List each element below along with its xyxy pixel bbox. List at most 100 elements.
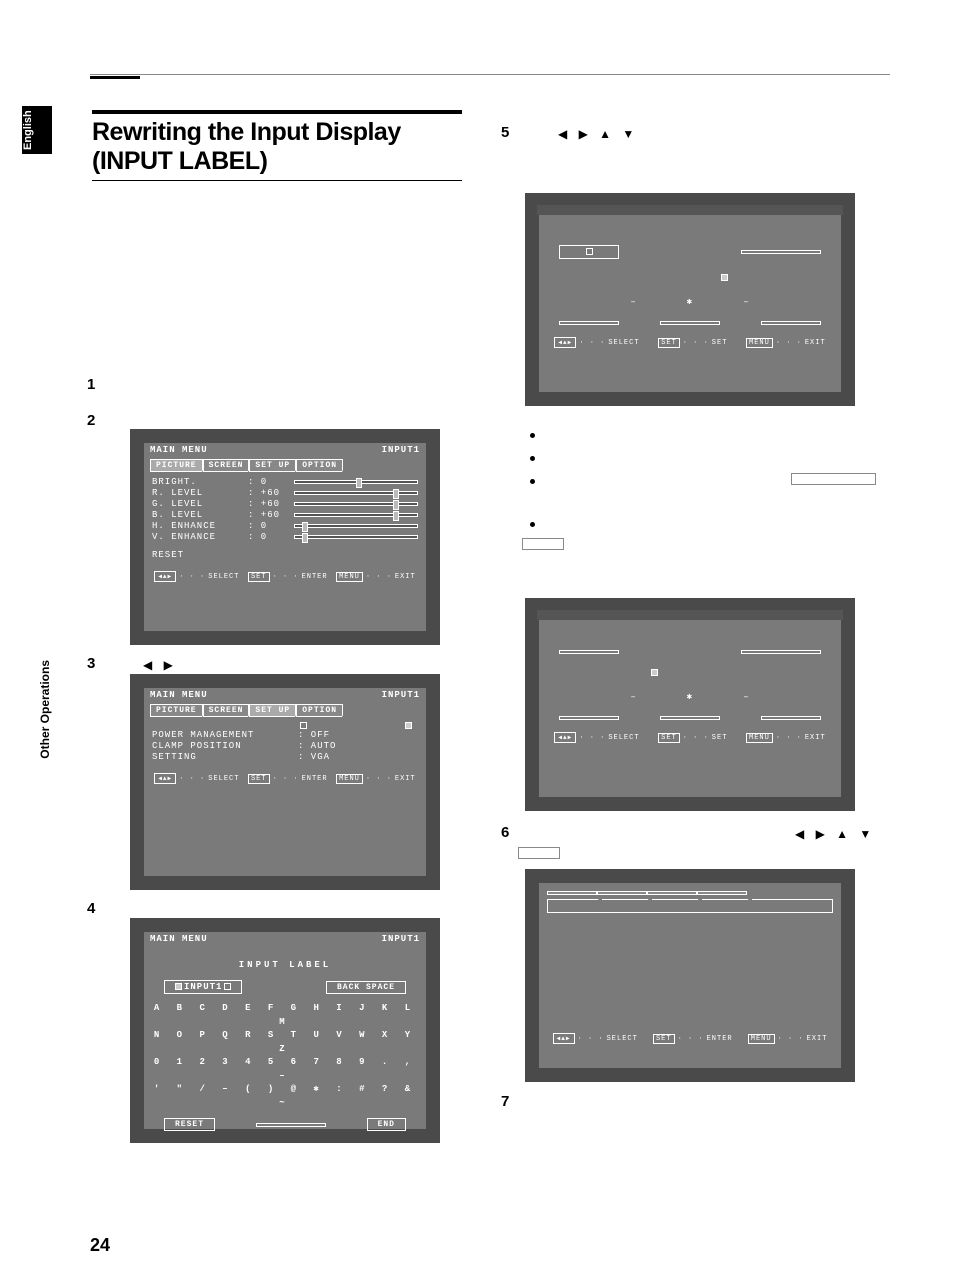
foot-set: SET [307, 1145, 323, 1153]
osd-title: MAIN MENU [150, 934, 208, 944]
reset-label: RESET [152, 550, 242, 560]
picture-row: V. ENHANCE : 0 [152, 532, 418, 542]
row-label: CLAMP POSITION [152, 741, 292, 751]
slider[interactable] [294, 535, 418, 539]
osd-tabs: PICTURE SCREEN SET UP OPTION [144, 459, 426, 472]
menu-key-icon: MENU [746, 338, 773, 348]
menu-key-icon: MENU [334, 1144, 361, 1154]
highlight-box-icon [651, 669, 658, 676]
row-val: : AUTO [298, 741, 336, 751]
tab-setup[interactable]: SET UP [249, 704, 296, 717]
selected-char-box [660, 716, 720, 720]
end-button[interactable] [761, 716, 821, 720]
osd-footer: ◀▲▶· · ·SELECT SET· · ·ENTER MENU· · ·EX… [539, 1029, 841, 1048]
reset-button[interactable] [559, 321, 619, 325]
row-label: SETTING [152, 752, 292, 762]
dpad-icon: ◀▲▶ [154, 773, 176, 784]
char-row: 0 1 2 3 4 5 6 7 8 9 . , – [152, 1056, 418, 1083]
cursor-icon [175, 983, 182, 990]
step-5: 5 [501, 124, 509, 141]
menu-key-icon: MENU [748, 1034, 775, 1044]
row-label: B. LEVEL [152, 510, 242, 520]
blank-tab [547, 891, 597, 895]
slider[interactable] [294, 491, 418, 495]
reset-button[interactable]: RESET [164, 1118, 215, 1131]
setup-row: SETTING : VGA [152, 752, 418, 762]
input-label-heading: INPUT LABEL [152, 960, 418, 970]
set-key-icon: SET [248, 774, 270, 784]
tab-option[interactable]: OPTION [296, 704, 343, 717]
slider[interactable] [294, 524, 418, 528]
row-label: H. ENHANCE [152, 521, 242, 531]
osd-footer: ◀▲▶· · ·SELECT SET· · ·ENTER MENU· · ·EX… [144, 769, 426, 788]
end-button[interactable]: END [367, 1118, 406, 1131]
bullet-item [530, 447, 876, 470]
foot-enter: ENTER [707, 1035, 733, 1043]
bullet-icon [530, 522, 535, 527]
end-button[interactable] [761, 321, 821, 325]
picture-row: BRIGHT.: 0 [152, 477, 418, 487]
foot-exit: EXIT [805, 734, 826, 742]
slider[interactable] [294, 513, 418, 517]
section-tab-other-operations: Other Operations [38, 660, 52, 759]
backspace-button[interactable]: BACK SPACE [326, 981, 406, 994]
picture-row: R. LEVEL: +60 [152, 488, 418, 498]
slider[interactable] [294, 480, 418, 484]
backspace-button[interactable] [741, 650, 821, 654]
blank-tab [597, 891, 647, 895]
setup-row: POWER MANAGEMENT: OFF [152, 730, 418, 740]
character-grid[interactable]: A B C D E F G H I J K L M N O P Q R S T … [152, 1002, 418, 1110]
star-mark: ✱ [687, 692, 693, 702]
blank-tab [647, 891, 697, 895]
char-row: N O P Q R S T U V W X Y Z [152, 1029, 418, 1056]
osd-step6: ◀▲▶· · ·SELECT SET· · ·ENTER MENU· · ·EX… [525, 869, 855, 1082]
foot-exit: EXIT [807, 1035, 828, 1043]
picture-row: G. LEVEL: +60 [152, 499, 418, 509]
tab-option[interactable]: OPTION [296, 459, 343, 472]
osd-title: MAIN MENU [150, 690, 208, 700]
foot-enter: ENTER [302, 573, 328, 581]
tab-picture[interactable]: PICTURE [150, 704, 203, 717]
osd-input-label: MAIN MENU INPUT1 INPUT LABEL INPUT1 BACK… [130, 918, 440, 1143]
reset-row[interactable]: RESET [152, 550, 418, 560]
dpad-icon: ◀▲▶ [553, 1033, 575, 1044]
menu-key-icon: MENU [746, 733, 773, 743]
page-number: 24 [90, 1235, 110, 1256]
slider[interactable] [294, 502, 418, 506]
tab-setup[interactable]: SET UP [249, 459, 296, 472]
foot-select: SELECT [608, 339, 639, 347]
osd-input-indicator: INPUT1 [382, 445, 420, 455]
label-entry-field[interactable] [559, 650, 619, 654]
selected-char-box [660, 321, 720, 325]
blank-field-row [547, 899, 833, 913]
label-entry-field[interactable] [559, 245, 619, 259]
top-rule [90, 74, 890, 75]
row-val: : VGA [298, 752, 330, 762]
selected-char-box [256, 1123, 326, 1127]
osd-footer: ◀▲▶· · ·SELECT SET· · ·ENTER MENU· · ·EX… [144, 567, 426, 586]
row-val: : 0 [248, 532, 288, 542]
row-label: V. ENHANCE [152, 532, 242, 542]
dash-mark: – [630, 297, 636, 307]
tab-picture[interactable]: PICTURE [150, 459, 203, 472]
backspace-button[interactable] [741, 250, 821, 254]
foot-set: SET [712, 339, 728, 347]
label-entry-field[interactable]: INPUT1 [164, 980, 242, 994]
osd-footer: ◀▲▶· · ·SELECT SET· · ·SET MENU· · ·EXIT [144, 1139, 426, 1158]
row-val: : +60 [248, 488, 288, 498]
foot-enter: ENTER [302, 775, 328, 783]
arrows-all-icon-1: ◀ ▶ ▲ ▼ [558, 127, 638, 141]
tab-screen[interactable]: SCREEN [203, 704, 250, 717]
char-row: A B C D E F G H I J K L M [152, 1002, 418, 1029]
picture-row: B. LEVEL: +60 [152, 510, 418, 520]
tab-screen[interactable]: SCREEN [203, 459, 250, 472]
dpad-icon: ◀▲▶ [154, 571, 176, 582]
step-7: 7 [501, 1093, 509, 1110]
menu-key-icon: MENU [336, 572, 363, 582]
input-label-row[interactable] [152, 722, 418, 729]
reset-button[interactable] [559, 716, 619, 720]
marker-row [547, 668, 833, 678]
row-val: : 0 [248, 477, 288, 487]
cursor-icon [586, 248, 593, 255]
foot-exit: EXIT [805, 339, 826, 347]
